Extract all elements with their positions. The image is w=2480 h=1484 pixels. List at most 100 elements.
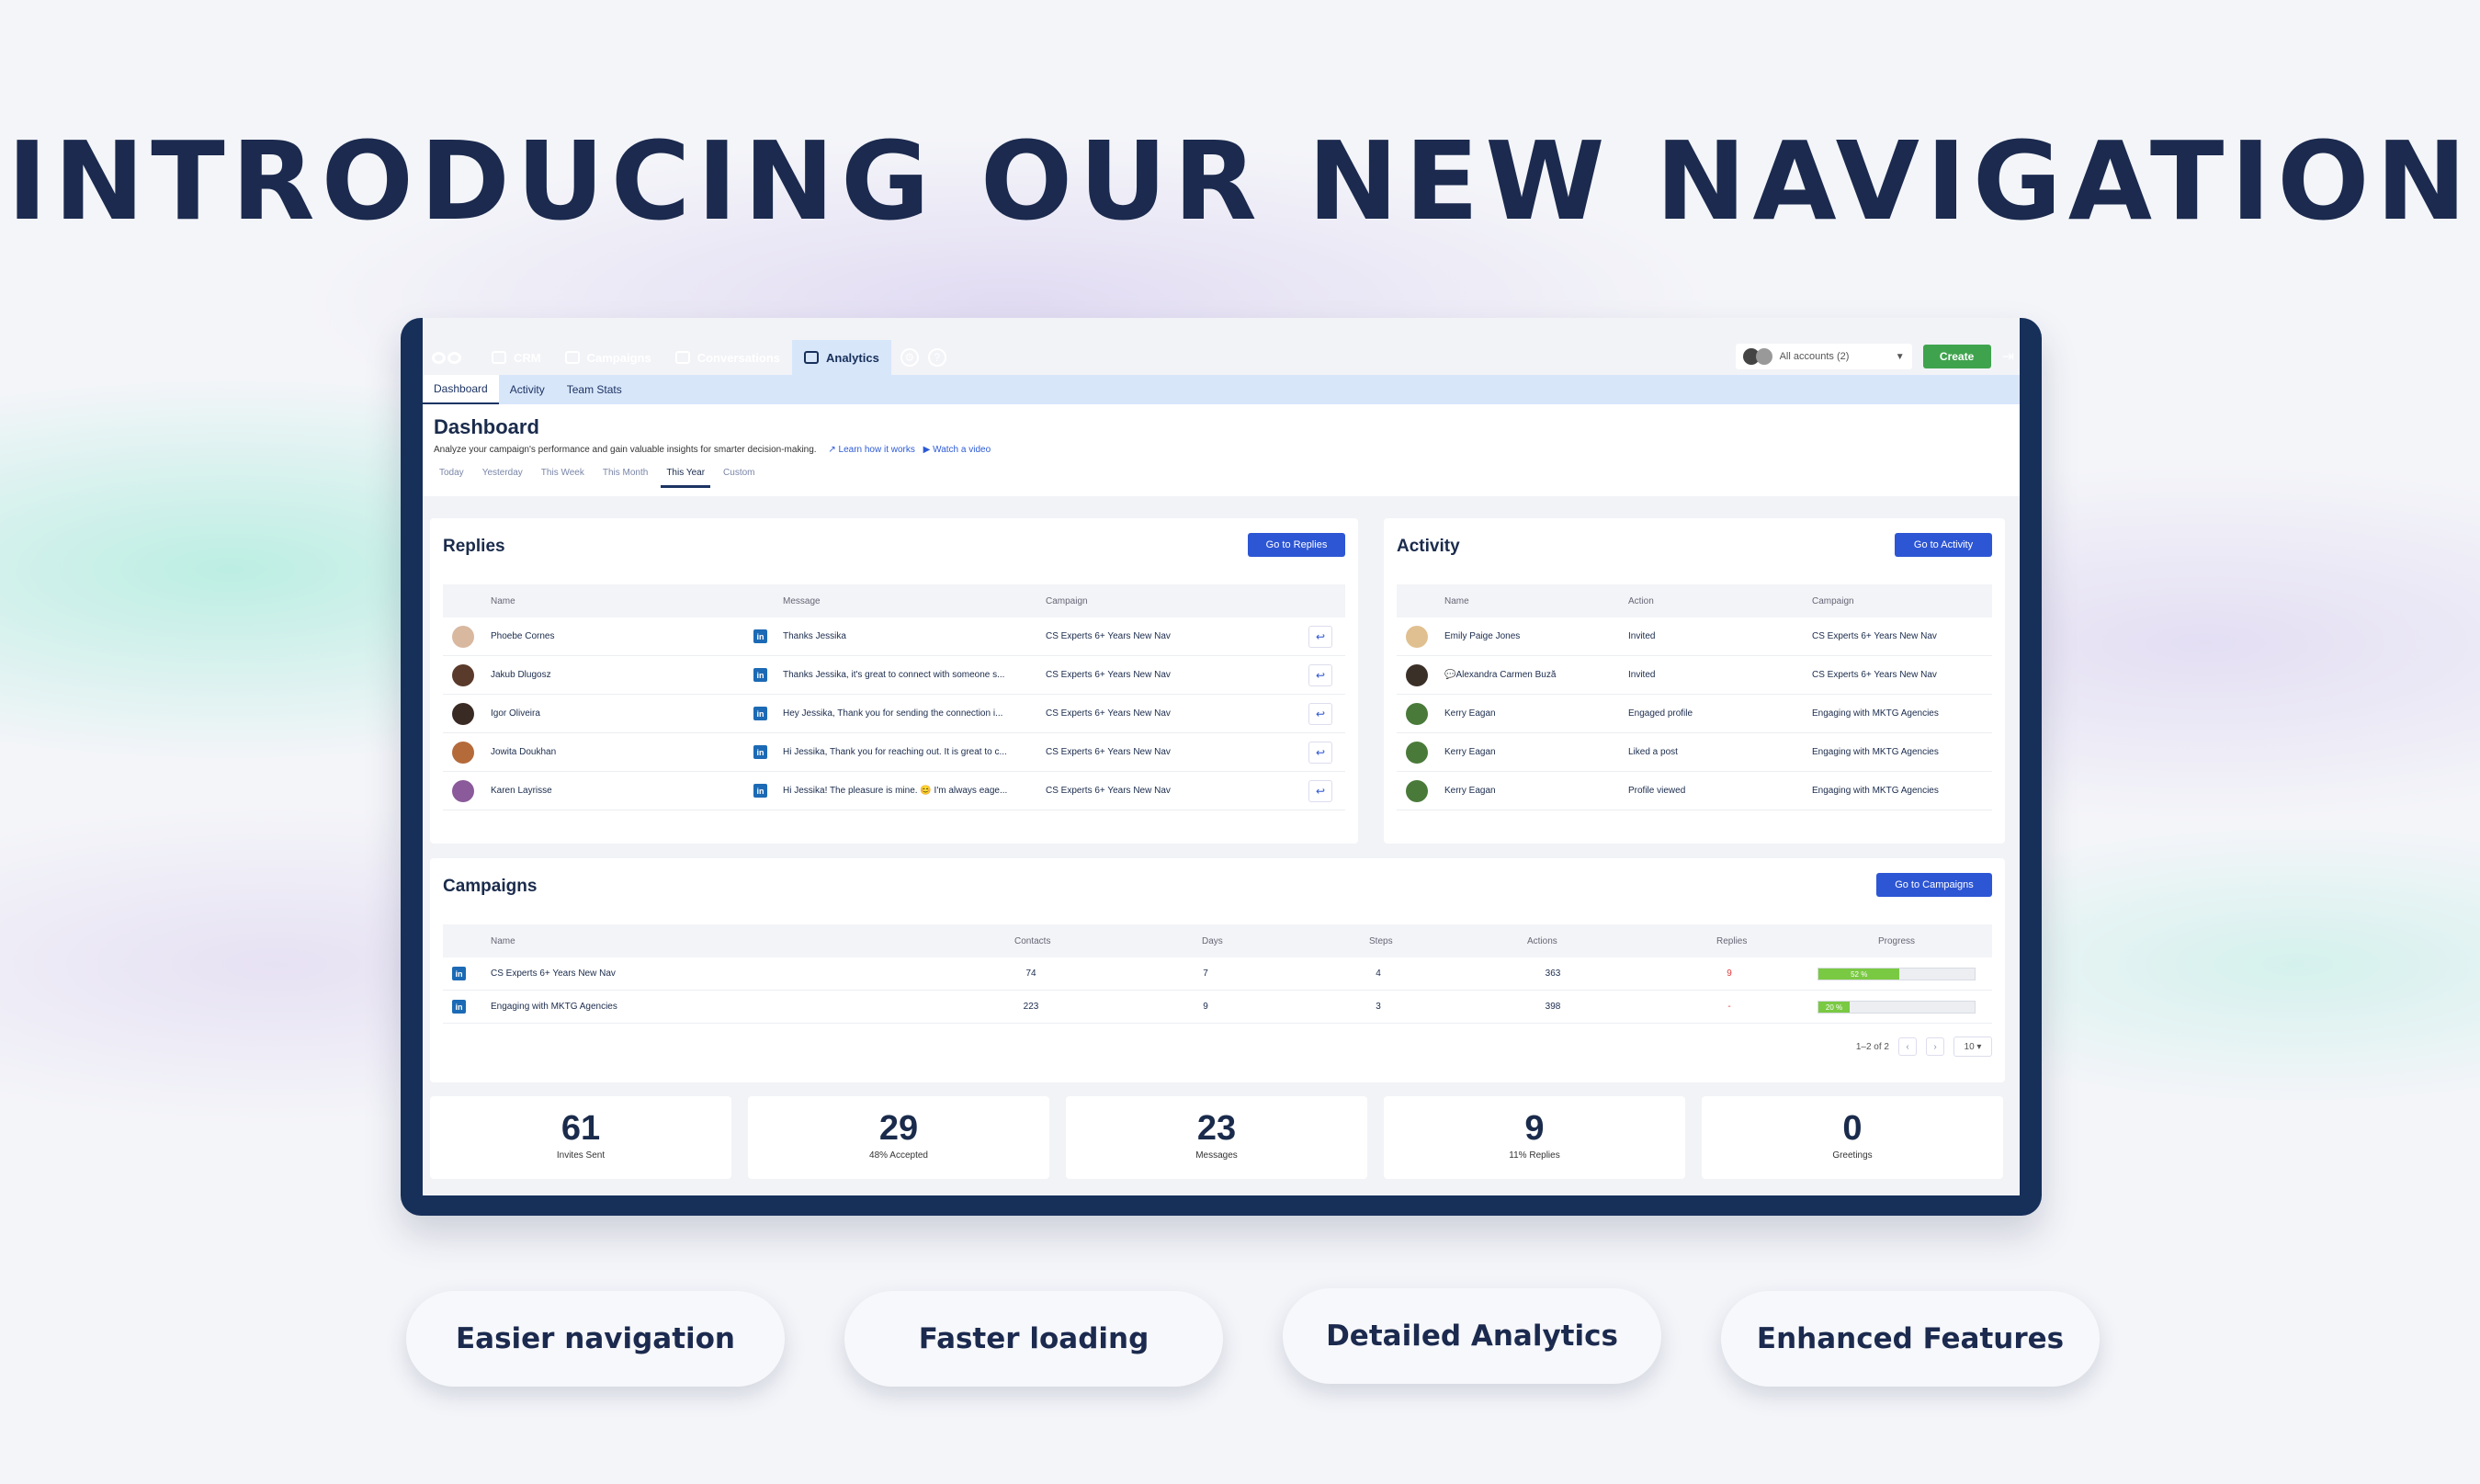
tab-dashboard[interactable]: Dashboard bbox=[423, 375, 499, 404]
replies-panel: Replies Go to Replies Name Message Campa… bbox=[430, 518, 1358, 844]
stat-label: Invites Sent bbox=[556, 1150, 606, 1161]
contact-name: Jowita Doukhan bbox=[491, 747, 557, 757]
campaign-actions: 363 bbox=[1545, 969, 1561, 979]
column-header: Days bbox=[1202, 936, 1223, 946]
progress-fill: 52 % bbox=[1818, 969, 1900, 980]
create-button[interactable]: Create bbox=[1922, 345, 1991, 368]
table-row: 💬Alexandra Carmen Buză Invited CS Experts … bbox=[1397, 656, 1992, 695]
linkedin-icon: in bbox=[753, 668, 767, 682]
campaign-replies: 9 bbox=[1727, 969, 1732, 979]
column-header: Campaign bbox=[1812, 596, 1854, 606]
logout-icon[interactable]: ⇥ bbox=[2002, 347, 2014, 366]
period-this-year[interactable]: This Year bbox=[661, 464, 711, 488]
feature-pill: Enhanced Features bbox=[1721, 1291, 2100, 1387]
nav-conversations[interactable]: Conversations bbox=[663, 340, 792, 375]
contact-name: Kerry Eagan bbox=[1444, 786, 1496, 796]
feature-pill: Faster loading bbox=[844, 1291, 1223, 1387]
stat-card: 0 Greetings bbox=[1702, 1096, 2003, 1179]
stat-value: 9 bbox=[1524, 1109, 1545, 1148]
activity-title: Activity bbox=[1397, 537, 1460, 556]
table-row: Emily Paige Jones Invited CS Experts 6+ Ye… bbox=[1397, 617, 1992, 656]
period-yesterday[interactable]: Yesterday bbox=[477, 464, 528, 488]
activity-table-header: Name Action Campaign bbox=[1397, 584, 1992, 617]
replies-title: Replies bbox=[443, 537, 505, 556]
message-preview: Hi Jessika, Thank you for reaching out. … bbox=[783, 747, 1007, 757]
gear-icon[interactable]: ⚙ bbox=[900, 348, 919, 367]
linkedin-icon: in bbox=[452, 967, 466, 980]
nav-campaigns[interactable]: Campaigns bbox=[553, 340, 663, 375]
linkedin-icon: in bbox=[753, 784, 767, 798]
period-custom[interactable]: Custom bbox=[718, 464, 760, 488]
campaign-steps: 4 bbox=[1376, 969, 1381, 979]
campaign-days: 7 bbox=[1203, 969, 1208, 979]
nav-analytics[interactable]: Analytics bbox=[792, 340, 891, 375]
avatar bbox=[1755, 348, 1772, 365]
question-icon[interactable]: ? bbox=[927, 348, 946, 367]
feature-pill: Detailed Analytics bbox=[1283, 1288, 1661, 1384]
chevron-right-icon[interactable]: › bbox=[1926, 1037, 1944, 1056]
campaigns-panel: Campaigns Go to Campaigns Name Contacts … bbox=[430, 858, 2005, 1082]
avatar bbox=[452, 742, 474, 764]
period-this-week[interactable]: This Week bbox=[536, 464, 590, 488]
account-selector-label: All accounts (2) bbox=[1779, 351, 1850, 362]
period-today[interactable]: Today bbox=[434, 464, 470, 488]
activity-action: Profile viewed bbox=[1628, 786, 1686, 796]
period-this-month[interactable]: This Month bbox=[597, 464, 653, 488]
replies-table-header: Name Message Campaign bbox=[443, 584, 1345, 617]
nav-right: All accounts (2) ▼ Create ⇥ bbox=[1735, 344, 2014, 369]
nav-crm-label: CRM bbox=[514, 350, 541, 365]
avatar bbox=[452, 780, 474, 802]
reply-icon[interactable]: ↩ bbox=[1308, 742, 1332, 764]
message-preview: Thanks Jessika, it's great to connect wi… bbox=[783, 670, 1005, 680]
learn-link[interactable]: ↗ Learn how it works bbox=[828, 445, 915, 455]
campaign-name: Engaging with MKTG Agencies bbox=[1812, 708, 1939, 719]
go-to-replies-button[interactable]: Go to Replies bbox=[1248, 533, 1345, 557]
contact-name: Kerry Eagan bbox=[1444, 708, 1496, 719]
bar-chart-icon bbox=[804, 351, 819, 364]
reply-icon[interactable]: ↩ bbox=[1308, 780, 1332, 802]
page-size-value: 10 bbox=[1964, 1041, 1975, 1052]
avatar bbox=[1406, 742, 1428, 764]
feature-pill: Easier navigation bbox=[406, 1291, 785, 1387]
go-to-activity-button[interactable]: Go to Activity bbox=[1895, 533, 1992, 557]
reply-icon[interactable]: ↩ bbox=[1308, 664, 1332, 686]
video-link-label: Watch a video bbox=[933, 445, 991, 455]
stat-label: 48% Accepted bbox=[869, 1150, 928, 1161]
reply-icon[interactable]: ↩ bbox=[1308, 626, 1332, 648]
campaign-name: CS Experts 6+ Years New Nav bbox=[1046, 670, 1171, 680]
subtitle-text: Analyze your campaign's performance and … bbox=[434, 445, 817, 455]
activity-action: Invited bbox=[1628, 670, 1656, 680]
contact-card-icon bbox=[492, 351, 506, 364]
go-to-campaigns-button[interactable]: Go to Campaigns bbox=[1876, 873, 1992, 897]
nav-crm[interactable]: CRM bbox=[480, 340, 553, 375]
activity-panel: Activity Go to Activity Name Action Camp… bbox=[1384, 518, 2005, 844]
tab-team-stats[interactable]: Team Stats bbox=[556, 375, 633, 404]
page-size-select[interactable]: 10 ▾ bbox=[1953, 1037, 1992, 1057]
logo-icon[interactable] bbox=[432, 348, 463, 367]
campaign-name: Engaging with MKTG Agencies bbox=[1812, 747, 1939, 757]
progress-fill: 20 % bbox=[1818, 1002, 1850, 1013]
stat-card: 9 11% Replies bbox=[1384, 1096, 1685, 1179]
stat-label: Greetings bbox=[1832, 1150, 1873, 1161]
message-preview: Hi Jessika! The pleasure is mine. 😊 I'm … bbox=[783, 786, 1008, 796]
stat-value: 61 bbox=[561, 1109, 601, 1148]
avatar bbox=[452, 664, 474, 686]
stat-label: Messages bbox=[1195, 1150, 1238, 1161]
stat-value: 23 bbox=[1196, 1109, 1237, 1148]
table-row: Jakub Dlugosz in Thanks Jessika, it's grea… bbox=[443, 656, 1345, 695]
video-link[interactable]: ▶ Watch a video bbox=[923, 445, 991, 455]
chevron-left-icon[interactable]: ‹ bbox=[1898, 1037, 1917, 1056]
progress-bar: 52 % bbox=[1818, 968, 1976, 980]
stat-label: 11% Replies bbox=[1509, 1150, 1560, 1161]
nav-analytics-label: Analytics bbox=[826, 350, 879, 365]
avatar bbox=[452, 626, 474, 648]
linkedin-icon: in bbox=[753, 707, 767, 720]
linkedin-icon: in bbox=[753, 629, 767, 643]
table-row: Jowita Doukhan in Hi Jessika, Thank you fo… bbox=[443, 733, 1345, 772]
tab-activity[interactable]: Activity bbox=[499, 375, 556, 404]
column-header: Actions bbox=[1527, 936, 1557, 946]
account-selector[interactable]: All accounts (2) ▼ bbox=[1735, 344, 1912, 369]
reply-icon[interactable]: ↩ bbox=[1308, 703, 1332, 725]
top-navigation: CRM Campaigns Conversations Analytics ⚙ … bbox=[423, 340, 2020, 375]
contact-name: Karen Layrisse bbox=[491, 786, 552, 796]
